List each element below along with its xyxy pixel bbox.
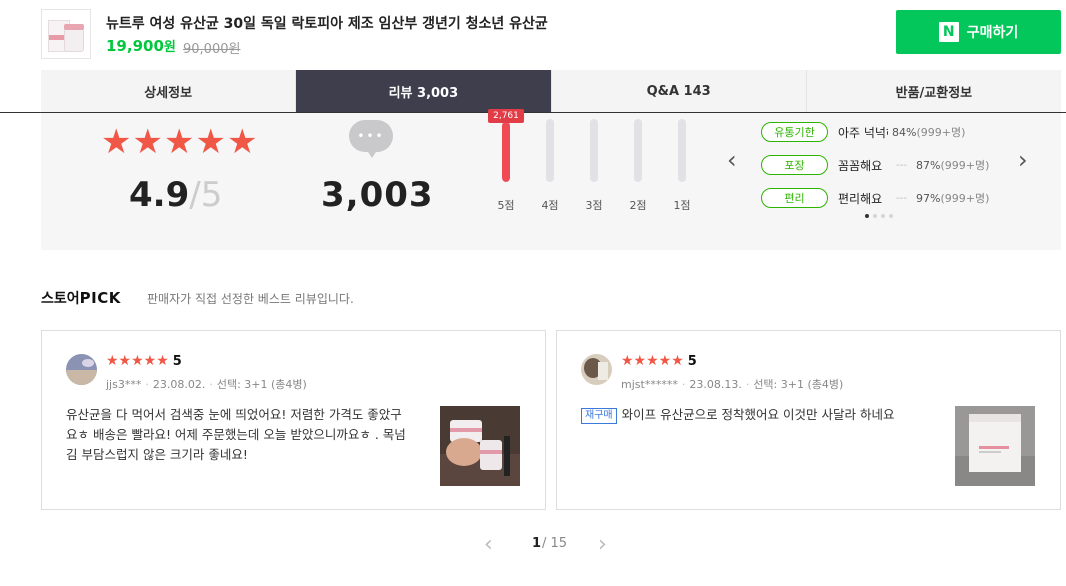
- chevron-right-icon[interactable]: ›: [598, 532, 607, 557]
- rating-bar-label: 5점: [497, 199, 515, 212]
- review-stars: ★★★★★ 5: [621, 353, 697, 369]
- chevron-right-icon[interactable]: ›: [1018, 148, 1028, 172]
- original-price: 90,000원: [183, 42, 241, 57]
- review-option: 선택: 3+1 (총4병): [216, 378, 307, 391]
- review-meta: jjs3*** · 23.08.02. · 선택: 3+1 (총4병): [106, 378, 307, 391]
- store-pick-title: 스토어PICK: [41, 289, 121, 307]
- attribute-dash: ---: [896, 159, 907, 171]
- review-date: 23.08.02.: [152, 378, 206, 391]
- attribute-percent: 84%(999+명): [892, 126, 966, 139]
- star-icon: ★: [132, 122, 163, 162]
- review-user: jjs3***: [106, 378, 142, 391]
- rebuy-badge: 재구매: [581, 408, 617, 424]
- review-photo[interactable]: [440, 406, 520, 486]
- review-stars: ★★★★★ 5: [106, 353, 182, 369]
- attribute-tag: 유통기한: [761, 122, 828, 142]
- tab-qna[interactable]: Q&A 143: [552, 70, 807, 112]
- product-title[interactable]: 뉴트루 여성 유산균 30일 독일 락토피아 제조 임산부 갱년기 청소년 유산…: [106, 13, 548, 33]
- carousel-dot[interactable]: [865, 214, 869, 218]
- star-icon: ★★★★★: [106, 353, 169, 369]
- review-card[interactable]: ★★★★★ 5 mjst****** · 23.08.13. · 선택: 3+1 (총4…: [556, 330, 1061, 510]
- product-tabs: 상세정보 리뷰 3,003 Q&A 143 반품/교환정보: [41, 70, 1061, 112]
- chevron-left-icon[interactable]: ‹: [484, 532, 493, 557]
- attribute-tag: 포장: [761, 155, 828, 175]
- rating-bar-tooltip: 2,761: [488, 109, 524, 123]
- avatar: [581, 354, 612, 385]
- attribute-row: 편리 편리해요 --- 97%(999+명): [761, 187, 989, 209]
- star-icon: ★: [101, 122, 132, 162]
- review-count: 3,003: [321, 175, 434, 215]
- carousel-dot[interactable]: [889, 214, 893, 218]
- average-rating: 4.9/5: [129, 175, 223, 215]
- buy-button[interactable]: N 구매하기: [896, 10, 1061, 54]
- store-pick-subtitle: 판매자가 직접 선정한 베스트 리뷰입니다.: [147, 292, 354, 306]
- attribute-dash: ---: [896, 192, 907, 204]
- current-page: 1: [532, 536, 542, 551]
- naver-logo-icon: N: [938, 22, 959, 42]
- star-icon: ★: [195, 122, 226, 162]
- avatar: [66, 354, 97, 385]
- rating-bar-label: 2점: [629, 199, 647, 212]
- review-card[interactable]: ★★★★★ 5 jjs3*** · 23.08.02. · 선택: 3+1 (총4병) …: [41, 330, 546, 510]
- carousel-dot[interactable]: [873, 214, 877, 218]
- review-user: mjst******: [621, 378, 678, 391]
- star-icon: ★: [226, 122, 258, 162]
- product-header: 뉴트루 여성 유산균 30일 독일 락토피아 제조 임산부 갱년기 청소년 유산…: [0, 0, 1066, 70]
- tab-details[interactable]: 상세정보: [41, 70, 297, 112]
- attribute-value: 편리해요: [838, 191, 883, 206]
- review-score: 5: [687, 353, 697, 369]
- star-icon: ★★★★★: [621, 353, 684, 369]
- rating-stars: ★ ★ ★ ★ ★: [101, 125, 257, 159]
- review-summary: ★ ★ ★ ★ ★ 4.9/5 ••• 3,003 2,761 5점 4점 3점…: [41, 109, 1061, 250]
- review-score: 5: [172, 353, 182, 369]
- carousel-dot[interactable]: [881, 214, 885, 218]
- attribute-row: 포장 꼼꼼해요 --- 87%(999+명): [761, 154, 989, 176]
- attribute-percent: 87%(999+명): [916, 159, 990, 172]
- total-pages: / 15: [542, 536, 568, 551]
- attribute-value: 꼼꼼해요: [838, 158, 883, 173]
- chevron-left-icon[interactable]: ‹: [727, 148, 737, 172]
- review-date: 23.08.13.: [689, 378, 742, 391]
- rating-bar-label: 3점: [585, 199, 603, 212]
- review-text: 유산균을 다 먹어서 검색중 눈에 띄었어요! 저렴한 가격도 좋았구요ㅎ 배송…: [66, 407, 406, 462]
- product-thumbnail[interactable]: [41, 9, 91, 59]
- attribute-tag: 편리: [761, 188, 828, 208]
- star-icon: ★: [163, 122, 195, 162]
- attribute-value: 아주 넉넉해요: [838, 125, 888, 140]
- carousel-dots: [865, 214, 893, 218]
- sale-price: 19,900원: [106, 37, 176, 55]
- rating-distribution: 2,761 5점 4점 3점 2점 1점: [488, 109, 711, 217]
- tab-return-info[interactable]: 반품/교환정보: [807, 70, 1061, 112]
- rating-bar-label: 1점: [673, 199, 691, 212]
- review-option: 선택: 3+1 (총4병): [753, 378, 844, 391]
- review-meta: mjst****** · 23.08.13. · 선택: 3+1 (총4병): [621, 378, 844, 391]
- attribute-percent: 97%(999+명): [916, 192, 990, 205]
- review-photo[interactable]: [955, 406, 1035, 486]
- attribute-row: 유통기한 아주 넉넉해요 84%(999+명): [761, 121, 965, 143]
- pagination: ‹ 1 / 15 ›: [480, 532, 620, 557]
- tab-reviews[interactable]: 리뷰 3,003: [296, 70, 552, 112]
- review-text: 재구매 와이프 유산균으로 정착했어요 이것만 사달라 하네요: [581, 405, 921, 425]
- buy-button-label: 구매하기: [966, 25, 1019, 41]
- rating-bar-label: 4점: [541, 199, 559, 212]
- speech-bubble-icon: •••: [349, 120, 393, 158]
